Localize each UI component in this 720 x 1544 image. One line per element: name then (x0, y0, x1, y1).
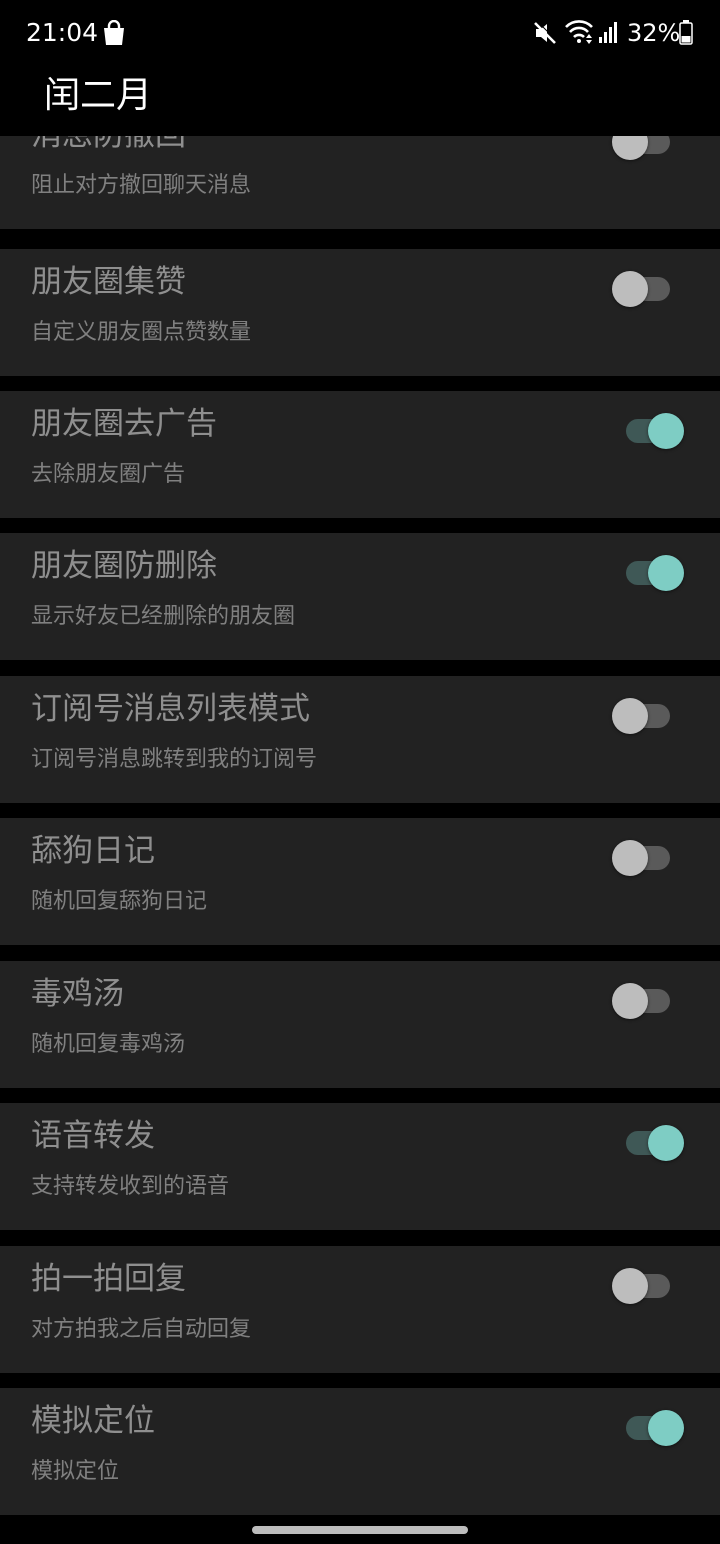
moments-likes-toggle[interactable] (612, 271, 686, 307)
toggle-thumb (648, 555, 684, 591)
moments-anti-delete-toggle[interactable] (612, 555, 686, 591)
setting-description: 随机回复舔狗日记 (31, 889, 208, 914)
setting-title: 模拟定位 (31, 1403, 155, 1439)
setting-title: 朋友圈集赞 (31, 264, 186, 300)
pat-reply-toggle[interactable] (612, 1268, 686, 1304)
toggle-thumb (612, 1268, 648, 1304)
app-bar: 闰二月 (0, 64, 720, 136)
shopping-bag-icon (102, 19, 126, 46)
setting-description: 自定义朋友圈点赞数量 (31, 320, 252, 345)
setting-moments-anti-delete[interactable]: 朋友圈防删除 显示好友已经删除的朋友圈 (0, 533, 720, 660)
setting-subscription-list-mode[interactable]: 订阅号消息列表模式 订阅号消息跳转到我的订阅号 (0, 676, 720, 803)
signal-icon (598, 20, 620, 44)
status-bar: 21:04 32% (0, 0, 720, 64)
status-time: 21:04 (26, 18, 99, 47)
setting-description: 阻止对方撤回聊天消息 (31, 173, 252, 198)
toggle-thumb (648, 1125, 684, 1161)
toggle-thumb (612, 271, 648, 307)
mock-location-toggle[interactable] (612, 1410, 686, 1446)
setting-chicken-soup-reply[interactable]: 毒鸡汤 随机回复毒鸡汤 (0, 961, 720, 1088)
battery-percentage: 32% (627, 19, 681, 47)
setting-diary-reply[interactable]: 舔狗日记 随机回复舔狗日记 (0, 818, 720, 945)
setting-pat-reply[interactable]: 拍一拍回复 对方拍我之后自动回复 (0, 1246, 720, 1373)
setting-description: 订阅号消息跳转到我的订阅号 (31, 747, 318, 772)
subscription-list-mode-toggle[interactable] (612, 698, 686, 734)
toggle-thumb (612, 840, 648, 876)
setting-moments-ad-block[interactable]: 朋友圈去广告 去除朋友圈广告 (0, 391, 720, 518)
toggle-thumb (612, 136, 648, 160)
toggle-thumb (612, 983, 648, 1019)
setting-title: 拍一拍回复 (31, 1261, 186, 1297)
settings-list[interactable]: 消息防撤回 阻止对方撤回聊天消息 朋友圈集赞 自定义朋友圈点赞数量 朋友圈去广告… (0, 136, 720, 1544)
setting-message-anti-recall[interactable]: 消息防撤回 阻止对方撤回聊天消息 (0, 136, 720, 229)
setting-description: 模拟定位 (31, 1459, 120, 1484)
setting-title: 舔狗日记 (31, 833, 155, 869)
home-indicator[interactable] (252, 1526, 468, 1534)
setting-title: 毒鸡汤 (31, 976, 124, 1012)
setting-title: 语音转发 (31, 1118, 155, 1154)
battery-icon (679, 20, 693, 45)
diary-reply-toggle[interactable] (612, 840, 686, 876)
setting-description: 随机回复毒鸡汤 (31, 1032, 186, 1057)
toggle-thumb (648, 413, 684, 449)
chicken-soup-reply-toggle[interactable] (612, 983, 686, 1019)
setting-title: 朋友圈防删除 (31, 548, 217, 584)
setting-description: 对方拍我之后自动回复 (31, 1317, 252, 1342)
app-title: 闰二月 (44, 75, 153, 116)
wifi-icon (564, 18, 594, 46)
moments-ad-block-toggle[interactable] (612, 413, 686, 449)
toggle-thumb (648, 1410, 684, 1446)
setting-moments-likes[interactable]: 朋友圈集赞 自定义朋友圈点赞数量 (0, 249, 720, 376)
anti-recall-toggle[interactable] (612, 136, 686, 160)
voice-forward-toggle[interactable] (612, 1125, 686, 1161)
setting-description: 去除朋友圈广告 (31, 462, 186, 487)
setting-title: 朋友圈去广告 (31, 406, 217, 442)
setting-mock-location[interactable]: 模拟定位 模拟定位 (0, 1388, 720, 1515)
setting-description: 支持转发收到的语音 (31, 1174, 230, 1199)
setting-description: 显示好友已经删除的朋友圈 (31, 604, 296, 629)
toggle-thumb (612, 698, 648, 734)
setting-voice-forward[interactable]: 语音转发 支持转发收到的语音 (0, 1103, 720, 1230)
mute-icon (532, 20, 558, 46)
setting-title: 消息防撤回 (31, 136, 186, 156)
setting-title: 订阅号消息列表模式 (31, 691, 310, 727)
